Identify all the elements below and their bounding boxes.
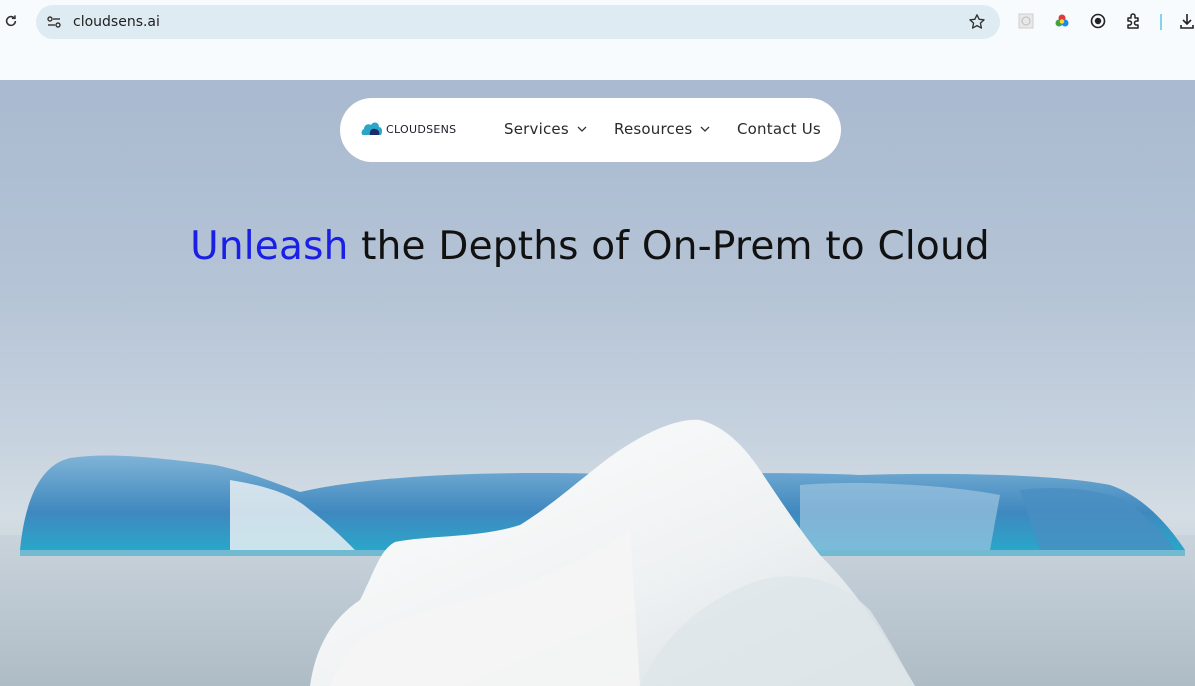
record-icon[interactable]: [1089, 12, 1107, 30]
iceberg-background-image: [0, 419, 1195, 686]
address-bar[interactable]: cloudsens.ai: [36, 5, 1000, 39]
hero-section: CLOUDSENS Services Resources Contact Us …: [0, 80, 1195, 686]
nav-item-label: Contact Us: [737, 120, 821, 138]
bookmark-star-icon[interactable]: [968, 13, 986, 31]
url-text[interactable]: cloudsens.ai: [73, 14, 160, 30]
main-navigation: CLOUDSENS Services Resources Contact Us: [340, 98, 841, 162]
nav-item-label: Resources: [614, 120, 693, 138]
browser-toolbar: cloudsens.ai: [0, 0, 1195, 80]
reload-icon[interactable]: [2, 12, 20, 30]
extensions-puzzle-icon[interactable]: [1125, 12, 1143, 30]
site-info-icon[interactable]: [46, 14, 62, 30]
headline-accent: Unleash: [190, 224, 349, 270]
toolbar-divider: [1160, 14, 1162, 30]
nav-item-label: Services: [504, 120, 569, 138]
headline-rest: the Depths of On-Prem to Cloud: [348, 224, 990, 270]
nav-item-resources[interactable]: Resources: [614, 120, 710, 138]
nav-item-contact-us[interactable]: Contact Us: [737, 120, 821, 138]
chevron-down-icon: [577, 126, 587, 132]
color-picker-icon[interactable]: [1053, 12, 1071, 30]
download-icon[interactable]: [1178, 12, 1195, 30]
chevron-down-icon: [700, 126, 710, 132]
cloudsens-logo-icon[interactable]: [361, 119, 383, 137]
logo-wordmark[interactable]: CLOUDSENS: [386, 123, 456, 136]
nav-item-services[interactable]: Services: [504, 120, 587, 138]
hero-headline: Unleash the Depths of On-Prem to Cloud: [0, 224, 1180, 269]
extension-grid-icon[interactable]: [1017, 12, 1035, 30]
